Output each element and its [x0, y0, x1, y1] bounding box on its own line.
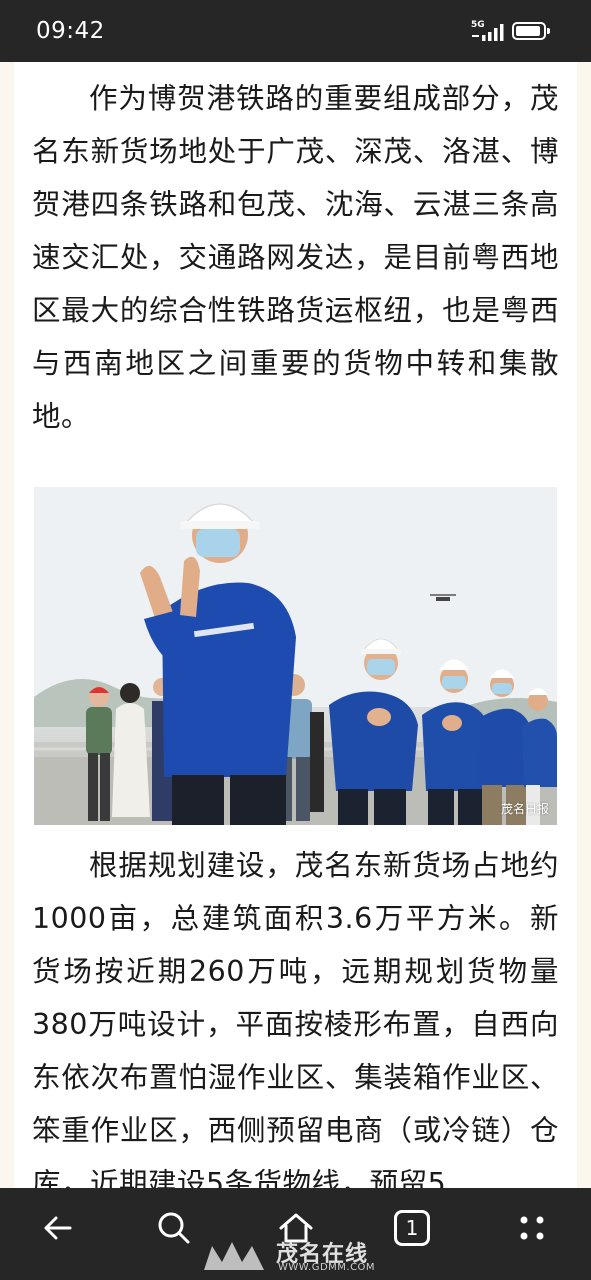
article-paragraph: 根据规划建设，茂名东新货场占地约1000亩，总建筑面积3.6万平方米。新货场按近…: [32, 849, 559, 1188]
gdmm-logo-icon: [204, 1242, 264, 1270]
site-watermark: 茂名在线 WWW.GDMM.COM: [202, 1236, 432, 1276]
menu-dots-icon[interactable]: [512, 1208, 552, 1248]
workers-photo-illustration: [34, 487, 557, 825]
battery-icon: [512, 22, 550, 40]
back-arrow-icon[interactable]: [38, 1208, 78, 1248]
article-paragraph: 作为博贺港铁路的重要组成部分，茂名东新货场地处于广茂、深茂、洛湛、博贺港四条铁路…: [32, 82, 559, 433]
status-time: 09:42: [36, 18, 105, 44]
article-photo[interactable]: 茂名日报: [34, 487, 557, 825]
search-icon[interactable]: [154, 1208, 194, 1248]
signal-strength-icon: [472, 24, 504, 41]
photo-credit: 茂名日报: [500, 802, 549, 816]
status-bar: 09:42 5G: [0, 0, 591, 62]
watermark-site: WWW.GDMM.COM: [278, 1262, 376, 1273]
article-content: 作为博贺港铁路的重要组成部分，茂名东新货场地处于广茂、深茂、洛湛、博贺港四条铁路…: [14, 62, 577, 1188]
